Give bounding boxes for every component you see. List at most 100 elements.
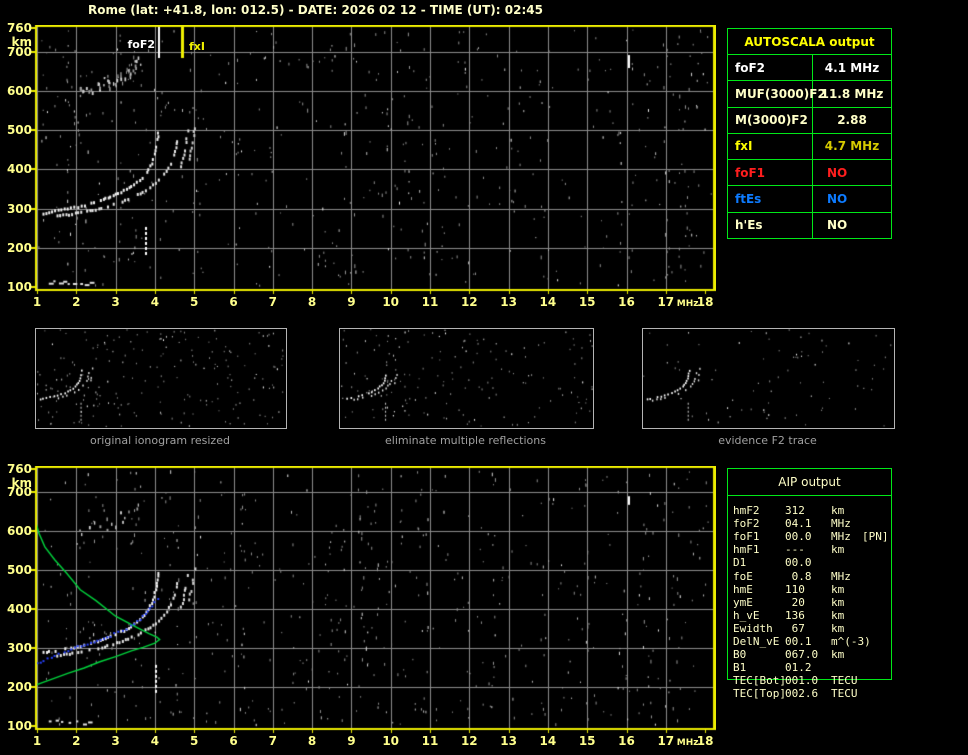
aip-row-ymE: ymE 20 km (727, 596, 897, 609)
aip-cell: --- (785, 543, 805, 557)
y-tick-label: 760 (6, 21, 32, 35)
aip-cell: km (831, 648, 845, 662)
x-tick-label: 13 (500, 295, 517, 309)
autoscala-param-value: NO (827, 165, 848, 180)
autoscala-row-foF2: foF2 4.1 MHz (728, 55, 891, 81)
y-tick-label: 600 (6, 524, 32, 539)
y-tick-label: 300 (6, 201, 32, 216)
x-tick-label: 12 (460, 734, 478, 748)
y-tick-label: 300 (6, 641, 32, 656)
x-tick-label: 9 (347, 295, 356, 309)
x-tick-label: 10 (382, 734, 400, 748)
autoscala-param-label: M(3000)F2 (728, 107, 813, 133)
aip-cell: km (831, 608, 845, 622)
y-tick-label: 200 (6, 680, 32, 695)
y-tick-label: 760 (6, 462, 32, 476)
autoscala-row-MUF(3000)F2: MUF(3000)F2 11.8 MHz (728, 80, 891, 107)
x-tick-label: 12 (460, 295, 478, 309)
aip-cell: km (831, 504, 845, 517)
x-tick-label: 5 (190, 734, 199, 748)
y-axis-unit-label: km (11, 476, 32, 490)
x-tick-label: 2 (72, 295, 81, 309)
aip-cell: MHz (831, 517, 851, 531)
y-tick-label: 100 (6, 719, 32, 733)
aip-cell: ymE (733, 595, 753, 609)
thumbnail-canvas (36, 329, 286, 428)
x-tick-label: 16 (618, 295, 635, 309)
aip-row-foF2: foF2 04.1 MHz (727, 517, 897, 530)
autoscala-param-value: 11.8 MHz (820, 86, 884, 101)
aip-cell: TEC[Bot] (733, 674, 786, 688)
aip-cell: 01.2 (785, 661, 812, 675)
thumbnail-label: evidence F2 trace (718, 434, 817, 447)
y-tick-label: 500 (6, 123, 32, 138)
aip-row-foF1: foF1 00.0 MHz [PN] (727, 530, 897, 543)
y-tick-label: 400 (6, 162, 32, 177)
aip-row-TEC[Bot]: TEC[Bot] 001.0 TECU (727, 674, 897, 687)
autoscala-param-value: 4.7 MHz (824, 139, 880, 154)
aip-cell: km (831, 582, 845, 596)
aip-row-B0: B0 067.0 km (727, 648, 897, 661)
y-tick-label: 500 (6, 563, 32, 578)
thumbnail-eliminate-reflections (339, 328, 594, 429)
aip-cell: [PN] (862, 530, 889, 544)
aip-row-hmF2: hmF2 312 km (727, 504, 897, 517)
aip-cell: km (831, 595, 845, 609)
aip-cell: foF2 (733, 517, 760, 531)
thumbnail-canvas (643, 329, 894, 428)
aip-row-B1: B1 01.2 (727, 661, 897, 674)
autoscala-param-value: 2.88 (837, 113, 867, 128)
x-tick-label: 6 (229, 295, 238, 309)
x-tick-label: 2 (72, 734, 81, 748)
aip-cell: m^(-3) (831, 635, 871, 648)
autoscala-param-value: NO (827, 192, 848, 207)
aip-cell: 20 (785, 595, 805, 609)
aip-cell: h_vE (733, 608, 760, 622)
aip-cell: 67 (785, 621, 805, 635)
autoscala-param-value: 4.1 MHz (824, 60, 880, 75)
aip-row-hmF1: hmF1 --- km (727, 543, 897, 556)
autoscala-table-rows: foF2 4.1 MHz MUF(3000)F2 11.8 MHz M(3000)F2 2… (728, 55, 891, 238)
aip-cell: 136 (785, 608, 805, 622)
aip-cell: hmF1 (733, 543, 760, 557)
x-tick-label: 9 (347, 734, 356, 748)
autoscala-param-label: h'Es (728, 212, 813, 238)
x-tick-label: 3 (111, 295, 120, 309)
y-tick-label: 200 (6, 240, 32, 255)
aip-cell: MHz (831, 530, 851, 544)
autoscala-row-h'Es: h'Es NO (728, 211, 891, 238)
thumbnail-evidence-f2 (642, 328, 895, 429)
autoscala-param-label: foF1 (728, 160, 813, 186)
aip-cell: MHz (831, 569, 851, 583)
autoscala-row-ftEs: ftEs NO (728, 185, 891, 212)
x-tick-label: 15 (578, 734, 596, 748)
aip-row-foE: foE 0.8 MHz (727, 570, 897, 583)
aip-table-title: AIP output (728, 469, 891, 496)
x-tick-label: 14 (539, 734, 557, 748)
aip-cell: hmF2 (733, 504, 760, 517)
aip-cell: D1 (733, 556, 747, 570)
x-tick-label: 6 (229, 734, 238, 748)
aip-row-hmE: hmE 110 km (727, 583, 897, 596)
x-axis-unit-label: MHz (676, 738, 699, 748)
aip-cell: 002.6 (785, 687, 819, 701)
x-tick-label: 14 (539, 295, 557, 309)
aip-cell: km (831, 543, 845, 557)
autoscala-param-value: NO (827, 218, 848, 233)
x-tick-label: 3 (111, 734, 120, 748)
autoscala-param-label: MUF(3000)F2 (728, 81, 826, 107)
aip-row-D1: D1 00.0 (727, 556, 897, 569)
x-tick-label: 17 (657, 734, 675, 748)
thumbnail-original-ionogram (35, 328, 287, 429)
autoscala-param-label: fxI (728, 133, 813, 160)
x-tick-label: 7 (268, 734, 277, 748)
x-tick-label: 10 (382, 295, 400, 309)
x-tick-label: 1 (32, 734, 42, 748)
aip-cell: DelN_vE (733, 635, 780, 648)
aip-cell: TECU (831, 687, 858, 701)
x-tick-label: 16 (618, 734, 635, 748)
aip-cell: 110 (785, 582, 805, 596)
autoscala-row-M(3000)F2: M(3000)F2 2.88 (728, 106, 891, 133)
aip-cell: 04.1 (785, 517, 812, 531)
x-tick-label: 11 (421, 295, 439, 309)
